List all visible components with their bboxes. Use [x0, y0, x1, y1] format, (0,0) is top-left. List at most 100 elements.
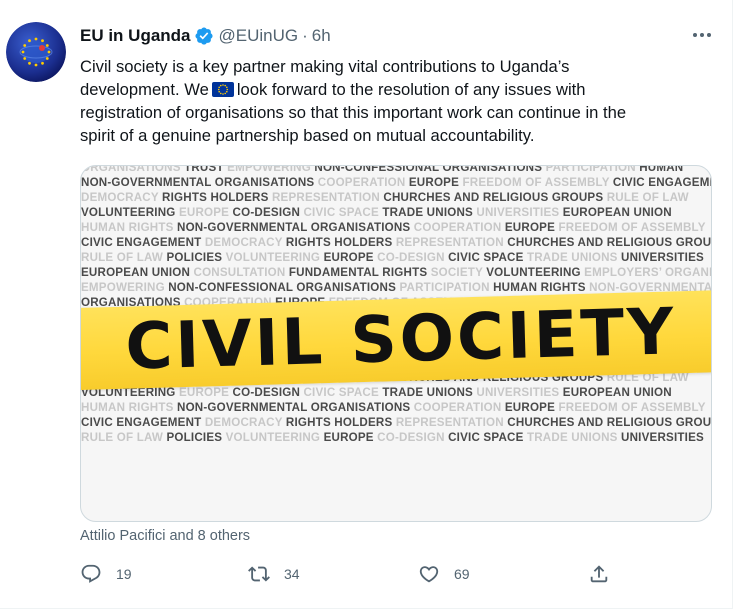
- tweet-text-line: spirit of a genuine partnership based on…: [80, 126, 535, 145]
- word-wall-word: TRADE UNIONS: [382, 386, 477, 399]
- word-wall-word: EUROPEAN UNION: [562, 386, 672, 399]
- word-wall-word: HUMAN RIGHTS: [81, 401, 177, 414]
- tweet-text-line: registration of organisations so that th…: [80, 103, 627, 122]
- separator-dot: ·: [302, 26, 308, 45]
- word-wall-word: TRADE UNIONS: [382, 206, 477, 219]
- word-wall-word: VOLUNTEERING: [81, 206, 179, 219]
- heart-icon: [419, 566, 439, 583]
- word-wall-line: HUMAN RIGHTS NON-GOVERNMENTAL ORGANISATI…: [81, 400, 706, 415]
- word-wall-word: FREEDOM OF ASSEMBLY: [558, 221, 706, 234]
- word-wall-line: EUROPEAN UNION CONSULTATION FUNDAMENTAL …: [81, 265, 712, 280]
- word-wall-line: CIVIC ENGAGEMENT DEMOCRACY RIGHTS HOLDER…: [81, 235, 712, 250]
- like-button[interactable]: 69: [418, 563, 470, 585]
- word-wall-word: CIVIC SPACE: [448, 251, 527, 264]
- word-wall-word: UNIVERSITIES: [476, 386, 563, 399]
- reply-icon: [81, 564, 101, 583]
- like-count: 69: [454, 566, 470, 582]
- word-wall-word: EMPOWERING: [227, 165, 315, 174]
- tweet-image[interactable]: ORGANISATIONS TRUST EMPOWERING NON-CONFE…: [80, 165, 712, 522]
- word-wall-word: CHURCHES AND RELIGIOUS GROUPS: [507, 236, 712, 249]
- word-wall-word: POLICIES: [166, 431, 226, 444]
- word-wall-word: NON-CONFESSIONAL ORGANISATIONS: [168, 281, 400, 294]
- word-wall-line: CIVIC ENGAGEMENT DEMOCRACY RIGHTS HOLDER…: [81, 415, 712, 430]
- word-wall-line: ORGANISATIONS TRUST EMPOWERING NON-CONFE…: [81, 165, 684, 175]
- word-wall-line: NON-GOVERNMENTAL ORGANISATIONS COOPERATI…: [81, 175, 711, 190]
- word-wall-word: COOPERATION: [413, 401, 505, 414]
- word-wall-word: CIVIC SPACE: [303, 206, 383, 219]
- word-wall-word: FREEDOM OF ASSEMBLY: [558, 401, 706, 414]
- word-wall-word: RULE OF LAW: [81, 251, 167, 264]
- word-wall-word: POLICIES: [166, 251, 226, 264]
- word-wall-word: EUROPE: [504, 221, 559, 234]
- word-wall-word: EUROPEAN UNION: [562, 206, 672, 219]
- avatar[interactable]: [6, 22, 66, 82]
- word-wall-word: TRUST: [184, 165, 228, 174]
- word-wall-word: CO-DESIGN: [232, 206, 304, 219]
- retweet-icon: [248, 566, 270, 582]
- word-wall-word: PARTICIPATION: [399, 281, 494, 294]
- word-wall-word: ORGANISATIONS: [81, 165, 185, 174]
- word-wall-line: HUMAN RIGHTS NON-GOVERNMENTAL ORGANISATI…: [81, 220, 706, 235]
- word-wall-word: DEMOCRACY: [81, 191, 163, 204]
- word-wall-word: EUROPE: [504, 401, 559, 414]
- word-wall-word: NON-CONFESSIONAL ORGANISATIONS: [314, 165, 546, 174]
- share-icon: [590, 565, 608, 583]
- word-wall-word: EUROPE: [323, 431, 378, 444]
- word-wall-word: SOCIETY: [430, 266, 487, 279]
- word-wall-word: CONSULTATION: [193, 266, 289, 279]
- word-wall-word: CHURCHES AND RELIGIOUS GROUPS: [507, 416, 712, 429]
- liked-by[interactable]: Attilio Pacifici and 8 others: [80, 528, 250, 544]
- word-wall-word: HUMAN RIGHTS: [81, 221, 177, 234]
- verified-badge-icon: [194, 26, 214, 46]
- word-wall-line: DEMOCRACY RIGHTS HOLDERS REPRESENTATION …: [81, 190, 689, 205]
- word-wall-line: RULE OF LAW POLICIES VOLUNTEERING EUROPE…: [81, 430, 704, 445]
- word-wall-word: TRADE UNIONS: [526, 251, 622, 264]
- word-wall-word: EUROPE: [178, 386, 233, 399]
- word-wall-word: RIGHTS HOLDERS: [162, 191, 272, 204]
- tweet-text-prefix: development. We: [80, 80, 209, 99]
- word-wall-word: CO-DESIGN: [377, 431, 449, 444]
- word-wall-word: FREEDOM OF ASSEMBLY: [462, 176, 613, 189]
- word-wall-word: CIVIC ENGAGEMENT: [81, 236, 205, 249]
- word-wall-word: NON-GOVERNMENTAL ORGANISATIONS: [177, 401, 414, 414]
- word-wall-word: EUROPEAN UNION: [81, 266, 194, 279]
- word-wall-word: COOPERATION: [413, 221, 505, 234]
- retweet-button[interactable]: 34: [248, 563, 300, 585]
- word-wall-word: DEMOCRACY: [204, 416, 286, 429]
- word-wall-word: VOLUNTEERING: [225, 251, 324, 264]
- reply-button[interactable]: 19: [80, 563, 132, 585]
- word-wall-word: REPRESENTATION: [395, 416, 508, 429]
- word-wall-word: CO-DESIGN: [377, 251, 449, 264]
- eu-flag-icon: [211, 82, 234, 97]
- more-options-icon[interactable]: [690, 26, 714, 44]
- word-wall-word: RULE OF LAW: [81, 431, 167, 444]
- word-wall-word: EMPLOYERS’ ORGANISATIONS: [584, 266, 712, 279]
- word-wall-word: REPRESENTATION: [395, 236, 508, 249]
- word-wall-word: EUROPE: [178, 206, 233, 219]
- word-wall-word: PARTICIPATION: [545, 165, 640, 174]
- timestamp[interactable]: 6h: [312, 26, 331, 46]
- reply-count: 19: [116, 566, 132, 582]
- word-wall-word: NON-GOVERNMENTAL ORGANISATIONS: [177, 221, 414, 234]
- word-wall-word: VOLUNTEERING: [486, 266, 585, 279]
- word-wall-word: RULE OF LAW: [606, 191, 689, 204]
- word-wall-word: VOLUNTEERING: [225, 431, 324, 444]
- word-wall-word: EUROPE: [323, 251, 378, 264]
- tweet-header: EU in Uganda @EUinUG · 6h: [80, 24, 331, 48]
- word-wall-word: REPRESENTATION: [271, 191, 384, 204]
- author-name[interactable]: EU in Uganda: [80, 26, 191, 46]
- word-wall-word: CHURCHES AND RELIGIOUS GROUPS: [383, 191, 607, 204]
- tweet-text-line: development. We look forward to the resol…: [80, 78, 720, 101]
- word-wall-word: RIGHTS HOLDERS: [285, 236, 396, 249]
- word-wall-word: NON-GOVERNMENTAL ORGANISATIONS: [81, 176, 318, 189]
- word-wall-word: CIVIC ENGAGEMENT: [612, 176, 711, 189]
- author-handle[interactable]: @EUinUG: [219, 26, 299, 46]
- tweet-text-line: Civil society is a key partner making vi…: [80, 57, 570, 76]
- word-wall-line: RULE OF LAW POLICIES VOLUNTEERING EUROPE…: [81, 250, 704, 265]
- word-wall-word: HUMAN: [639, 165, 684, 174]
- share-button[interactable]: [588, 563, 610, 585]
- tweet[interactable]: EU in Uganda @EUinUG · 6h Civil society …: [0, 0, 733, 609]
- tweet-text: Civil society is a key partner making vi…: [80, 55, 720, 147]
- word-wall-word: EMPOWERING: [81, 281, 169, 294]
- action-bar: 19 34 69: [80, 563, 620, 587]
